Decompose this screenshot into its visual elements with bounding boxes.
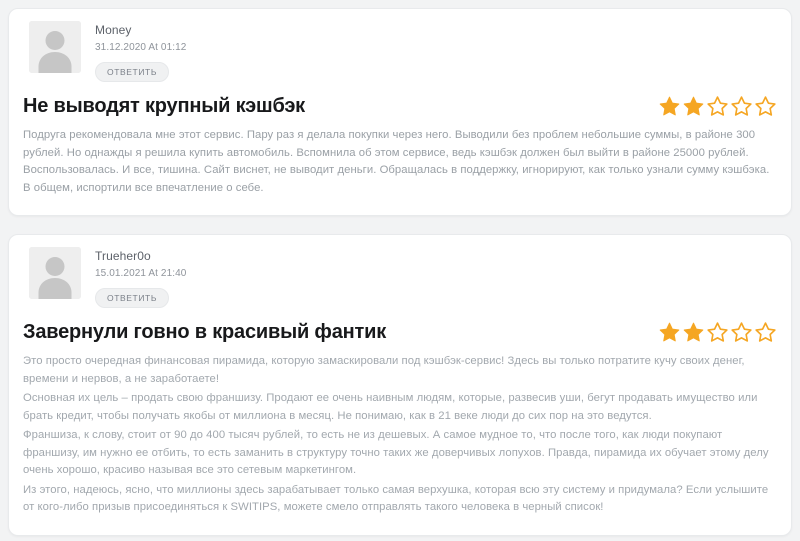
- star-empty-icon: [707, 321, 728, 342]
- review-date: 15.01.2021 At 21:40: [95, 268, 187, 279]
- star-rating[interactable]: [658, 321, 777, 344]
- star-empty-icon: [731, 321, 752, 342]
- review-card: Money 31.12.2020 At 01:12 ОТВЕТИТЬ Не вы…: [8, 8, 792, 216]
- star-filled-icon: [683, 96, 704, 115]
- review-header: Trueher0o 15.01.2021 At 21:40 ОТВЕТИТЬ: [23, 247, 777, 308]
- reviews-page: Money 31.12.2020 At 01:12 ОТВЕТИТЬ Не вы…: [0, 0, 800, 536]
- star-empty-icon: [707, 95, 728, 116]
- review-body: Это просто очередная финансовая пирамида…: [23, 353, 777, 517]
- review-title-row: Завернули говно в красивый фантик: [23, 320, 777, 344]
- review-header: Money 31.12.2020 At 01:12 ОТВЕТИТЬ: [23, 21, 777, 82]
- star-empty-icon: [755, 95, 776, 116]
- review-author: Trueher0o: [95, 249, 151, 263]
- star-empty-icon: [755, 321, 776, 342]
- user-avatar-placeholder-icon: [29, 21, 81, 73]
- review-paragraph: Основная их цель – продать свою франшизу…: [23, 392, 758, 422]
- star-empty-icon: [731, 95, 752, 116]
- review-meta: Trueher0o 15.01.2021 At 21:40 ОТВЕТИТЬ: [95, 247, 186, 308]
- review-paragraph: Подруга рекомендовала мне этот сервис. П…: [23, 129, 770, 194]
- review-title: Завернули говно в красивый фантик: [23, 321, 386, 343]
- review-card: Trueher0o 15.01.2021 At 21:40 ОТВЕТИТЬ З…: [8, 234, 792, 536]
- star-filled-icon: [659, 96, 680, 115]
- review-title-row: Не выводят крупный кэшбэк: [23, 94, 777, 118]
- user-avatar-placeholder-icon: [29, 247, 81, 299]
- review-body: Подруга рекомендовала мне этот сервис. П…: [23, 127, 777, 197]
- review-date: 31.12.2020 At 01:12: [95, 42, 187, 53]
- star-rating[interactable]: [658, 95, 777, 118]
- review-paragraph: Из этого, надеюсь, ясно, что миллионы зд…: [23, 483, 769, 514]
- star-filled-icon: [659, 322, 680, 341]
- review-author: Money: [95, 23, 132, 37]
- star-filled-icon: [683, 322, 704, 341]
- review-title: Не выводят крупный кэшбэк: [23, 95, 305, 117]
- review-meta: Money 31.12.2020 At 01:12 ОТВЕТИТЬ: [95, 21, 186, 82]
- review-paragraph: Франшиза, к слову, стоит от 90 до 400 ты…: [23, 429, 769, 476]
- reply-button[interactable]: ОТВЕТИТЬ: [95, 62, 170, 82]
- reply-button[interactable]: ОТВЕТИТЬ: [95, 288, 170, 308]
- review-paragraph: Это просто очередная финансовая пирамида…: [23, 355, 745, 385]
